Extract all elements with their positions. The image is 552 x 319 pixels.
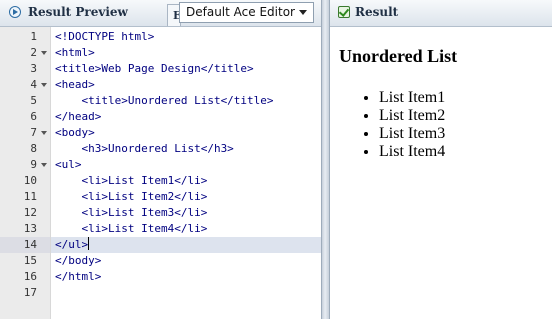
code-line-text: </body> (55, 254, 102, 267)
gutter-line: 14 (0, 237, 50, 253)
gutter-line: 11 (0, 189, 50, 205)
line-number: 15 (23, 254, 37, 267)
editor-panel-header: Result Preview E Default Ace Editor (0, 0, 321, 27)
line-number: 3 (30, 62, 37, 75)
code-line[interactable]: <li>List Item1</li> (51, 173, 321, 189)
gutter-line: 16 (0, 269, 50, 285)
result-list: List Item1List Item2List Item3List Item4 (339, 89, 445, 161)
code-line[interactable]: </body> (51, 253, 321, 269)
code-line-text: <body> (55, 126, 95, 139)
code-line[interactable]: <head> (51, 77, 321, 93)
fold-icon[interactable] (41, 51, 47, 55)
checkbox-icon[interactable] (338, 6, 350, 18)
line-number: 17 (23, 286, 37, 299)
code-line[interactable]: <!DOCTYPE html> (51, 29, 321, 45)
line-number: 12 (23, 206, 37, 219)
line-number: 5 (30, 94, 37, 107)
fold-icon[interactable] (41, 163, 47, 167)
result-preview-title: Result Preview (28, 5, 128, 19)
gutter-line: 15 (0, 253, 50, 269)
fold-icon[interactable] (41, 83, 47, 87)
code-line[interactable]: <h3>Unordered List</h3> (51, 141, 321, 157)
line-number: 16 (23, 270, 37, 283)
line-number-gutter: 1 2 3 4 5 6 7 8 9 10 11 12 13 14 15 16 17 (0, 27, 51, 319)
chevron-down-icon (299, 10, 307, 15)
gutter-line: 4 (0, 77, 50, 93)
gutter-line: 9 (0, 157, 50, 173)
result-heading: Unordered List (339, 46, 458, 66)
result-list-item: List Item2 (379, 107, 445, 125)
code-line[interactable]: <li>List Item2</li> (51, 189, 321, 205)
editor-panel: Result Preview E Default Ace Editor 1234… (0, 0, 321, 319)
code-line-text: <!DOCTYPE html> (55, 30, 155, 43)
code-line[interactable]: <title>Unordered List</title> (51, 93, 321, 109)
code-line-text: </ul> (55, 238, 89, 251)
gutter-line: 3 (0, 61, 50, 77)
line-number: 8 (30, 142, 37, 155)
code-line-text: <head> (55, 78, 95, 91)
code-line[interactable]: <li>List Item4</li> (51, 221, 321, 237)
code-line-text: <li>List Item2</li> (55, 190, 208, 203)
code-line-text: <title>Web Page Design</title> (55, 62, 254, 75)
code-line-text: </head> (55, 110, 102, 123)
line-number: 9 (30, 158, 37, 171)
line-number: 7 (30, 126, 37, 139)
gutter-line: 6 (0, 109, 50, 125)
pane-splitter[interactable] (321, 0, 330, 319)
result-list-item: List Item1 (379, 89, 445, 107)
text-cursor (88, 237, 90, 250)
line-number: 11 (23, 190, 37, 203)
result-list-item: List Item3 (379, 125, 445, 143)
code-line[interactable]: </ul> (51, 237, 321, 253)
gutter-line: 13 (0, 221, 50, 237)
line-number: 14 (23, 238, 37, 251)
code-line[interactable]: <html> (51, 45, 321, 61)
code-line[interactable]: <li>List Item3</li> (51, 205, 321, 221)
code-line[interactable]: <body> (51, 125, 321, 141)
gutter-line: 10 (0, 173, 50, 189)
gutter-line: 7 (0, 125, 50, 141)
code-line-text: <html> (55, 46, 95, 59)
code-line-text: <li>List Item1</li> (55, 174, 208, 187)
line-number: 2 (30, 46, 37, 59)
code-line-text: <h3>Unordered List</h3> (55, 142, 234, 155)
result-list-item: List Item4 (379, 143, 445, 161)
fold-icon[interactable] (41, 131, 47, 135)
line-number: 4 (30, 78, 37, 91)
play-icon[interactable] (9, 6, 21, 18)
code-editor[interactable]: <!DOCTYPE html> <html> <title>Web Page Des… (51, 27, 321, 319)
line-number: 1 (30, 30, 37, 43)
code-line-text: <title>Unordered List</title> (55, 94, 274, 107)
code-line[interactable]: </html> (51, 269, 321, 285)
gutter-line: 12 (0, 205, 50, 221)
code-line-text: <li>List Item4</li> (55, 222, 208, 235)
gutter-line: 5 (0, 93, 50, 109)
result-panel: Result Unordered List List Item1List Ite… (330, 0, 552, 319)
code-line[interactable]: <ul> (51, 157, 321, 173)
code-line[interactable]: </head> (51, 109, 321, 125)
gutter-line: 2 (0, 45, 50, 61)
code-line[interactable]: <title>Web Page Design</title> (51, 61, 321, 77)
editor-select[interactable]: Default Ace Editor (179, 2, 314, 23)
code-line[interactable] (51, 285, 321, 301)
code-line-text: <li>List Item3</li> (55, 206, 208, 219)
code-line-text: <ul> (55, 158, 82, 171)
result-title: Result (355, 5, 399, 19)
result-panel-header: Result (330, 0, 552, 27)
gutter-line: 17 (0, 285, 50, 301)
line-number: 13 (23, 222, 37, 235)
line-number: 6 (30, 110, 37, 123)
line-number: 10 (23, 174, 37, 187)
editor-select-value: Default Ace Editor (186, 5, 295, 19)
gutter-line: 1 (0, 29, 50, 45)
code-line-text: </html> (55, 270, 102, 283)
gutter-line: 8 (0, 141, 50, 157)
